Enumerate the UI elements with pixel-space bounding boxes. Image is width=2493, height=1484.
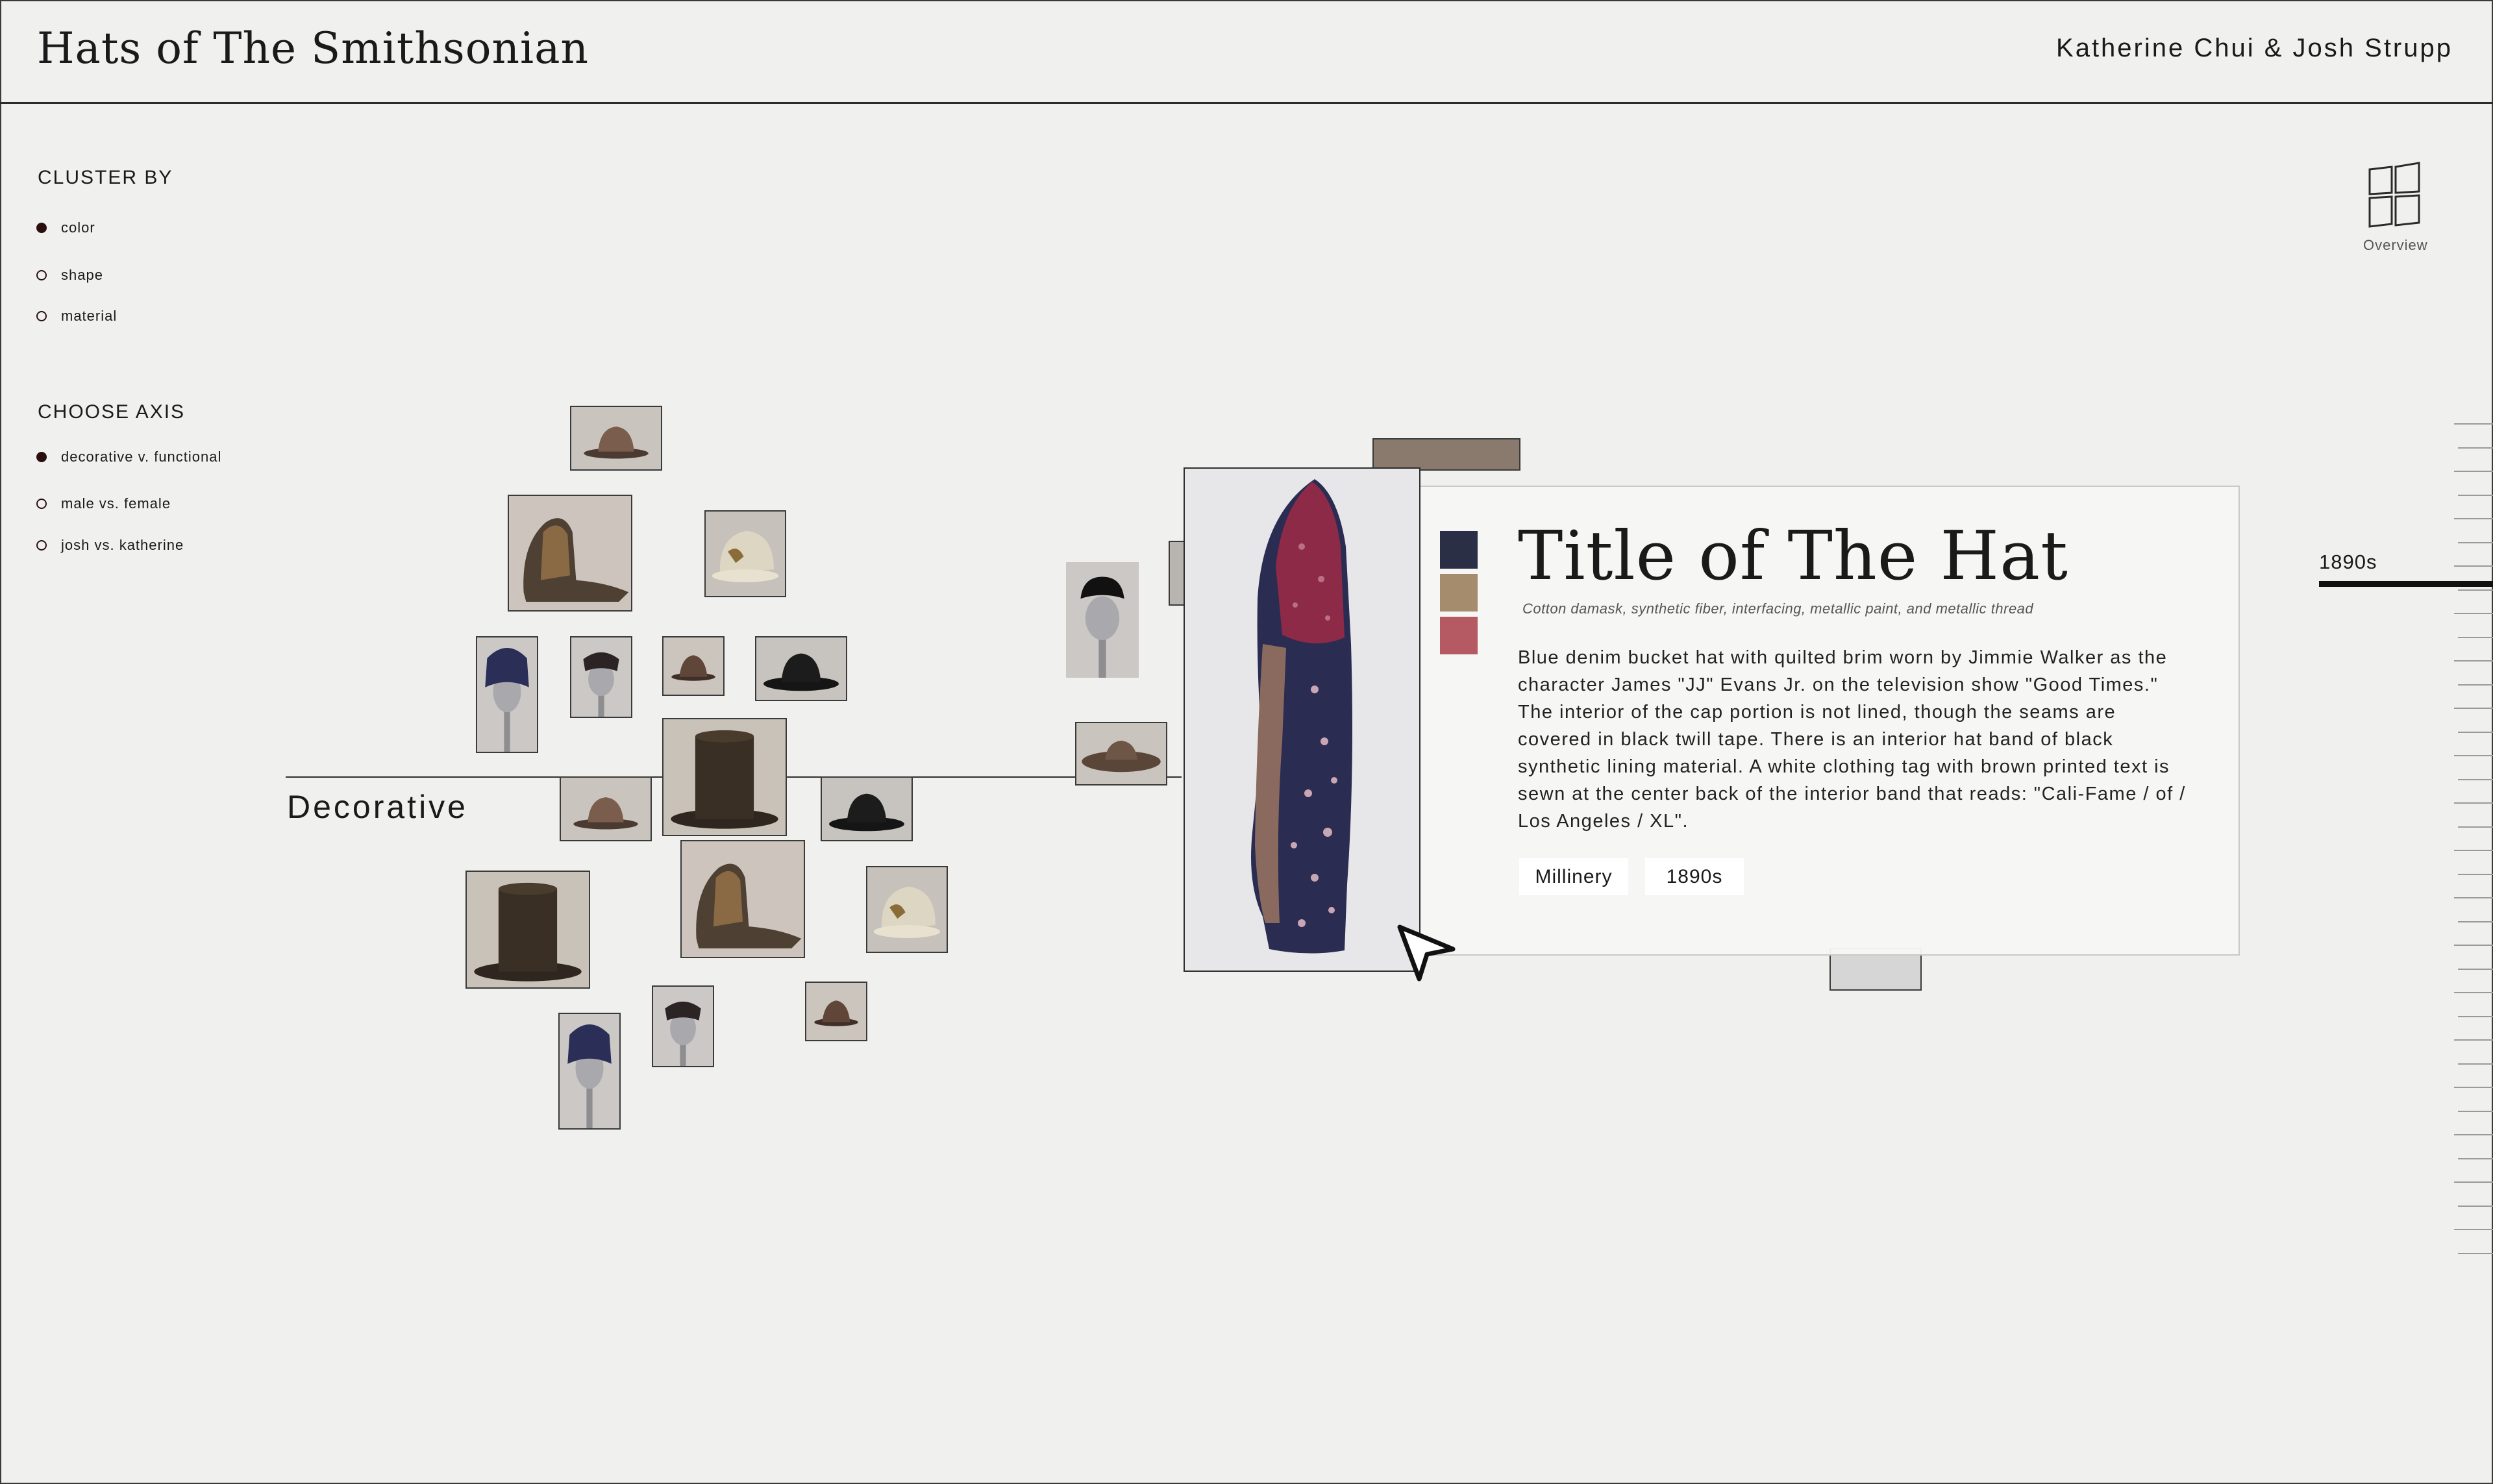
overview-button[interactable]: Overview — [2363, 160, 2428, 254]
cluster-option-label: shape — [61, 267, 103, 283]
choose-axis-heading: CHOOSE AXIS — [38, 401, 186, 423]
hat-thumbnail[interactable] — [662, 718, 787, 836]
tag-decade[interactable]: 1890s — [1645, 858, 1744, 895]
hat-thumbnail[interactable] — [558, 1013, 621, 1130]
hat-title: Title of The Hat — [1518, 516, 2068, 595]
site-header: Hats of The Smithsonian Katherine Chui &… — [0, 0, 2493, 104]
radio-icon[interactable] — [36, 311, 47, 321]
timeline-tick — [2454, 708, 2493, 709]
timeline-tick — [2454, 945, 2493, 946]
timeline-tick — [2454, 897, 2493, 898]
timeline-tick — [2454, 1134, 2493, 1135]
timeline-marker[interactable] — [2319, 581, 2493, 587]
axis-option-decorative[interactable]: decorative v. functional — [36, 449, 221, 465]
timeline-tick — [2458, 637, 2493, 638]
featured-hat-illustration — [1185, 469, 1419, 971]
timeline-tick — [2454, 613, 2493, 614]
axis-option-label: josh vs. katherine — [61, 537, 184, 553]
timeline-tick — [2458, 589, 2493, 591]
timeline-tick — [2454, 1039, 2493, 1041]
timeline-tick — [2454, 802, 2493, 804]
color-swatch-rose — [1440, 617, 1478, 654]
authors: Katherine Chui & Josh Strupp — [2056, 34, 2453, 62]
timeline-tick — [2454, 850, 2493, 851]
timeline-tick — [2458, 1253, 2493, 1254]
timeline-tick — [2458, 447, 2493, 449]
axis-option-gender[interactable]: male vs. female — [36, 495, 171, 512]
hat-thumbnail[interactable] — [508, 495, 632, 612]
hat-thumbnail[interactable] — [570, 406, 662, 471]
timeline-tick — [2458, 1063, 2493, 1065]
timeline-tick — [2458, 495, 2493, 496]
hat-materials: Cotton damask, synthetic fiber, interfac… — [1522, 600, 2034, 617]
radio-icon[interactable] — [36, 540, 47, 550]
cluster-option-label: material — [61, 308, 118, 324]
hat-thumbnail[interactable] — [821, 776, 913, 841]
axis-option-authors[interactable]: josh vs. katherine — [36, 537, 184, 554]
timeline-tick — [2458, 1158, 2493, 1159]
cluster-option-color[interactable]: color — [36, 219, 95, 236]
radio-selected-icon[interactable] — [36, 452, 47, 462]
timeline-tick — [2454, 423, 2493, 425]
timeline-tick — [2458, 1016, 2493, 1017]
hat-thumbnail[interactable] — [1075, 722, 1167, 785]
timeline-tick — [2454, 471, 2493, 472]
tag-category[interactable]: Millinery — [1519, 858, 1628, 895]
timeline-tick — [2458, 969, 2493, 970]
cluster-option-material[interactable]: material — [36, 308, 117, 325]
color-swatch-tan — [1440, 574, 1478, 612]
color-swatch-navy — [1440, 531, 1478, 569]
timeline-tick — [2458, 874, 2493, 875]
hat-thumbnail[interactable] — [476, 636, 538, 753]
site-title: Hats of The Smithsonian — [37, 23, 589, 73]
cluster-by-heading: CLUSTER BY — [38, 167, 173, 188]
hat-thumbnail[interactable] — [866, 866, 948, 953]
timeline-tick — [2458, 1111, 2493, 1112]
timeline-tick — [2454, 660, 2493, 662]
timeline-tick — [2458, 684, 2493, 686]
timeline-year-label: 1890s — [2319, 550, 2377, 573]
timeline-tick — [2454, 518, 2493, 519]
hat-thumbnail[interactable] — [560, 776, 652, 841]
timeline-tick — [2454, 1181, 2493, 1183]
timeline-tick — [2458, 826, 2493, 828]
timeline-tick — [2458, 921, 2493, 922]
timeline-tick — [2454, 565, 2493, 567]
hat-description: Blue denim bucket hat with quilted brim … — [1518, 647, 2186, 832]
hidden-hat-thumbnail[interactable] — [1372, 438, 1520, 471]
timeline-tick — [2458, 779, 2493, 780]
hat-thumbnail[interactable] — [805, 982, 867, 1041]
timeline-tick — [2458, 732, 2493, 733]
timeline-tick — [2454, 992, 2493, 993]
hat-thumbnail[interactable] — [652, 985, 714, 1067]
axis-option-label: male vs. female — [61, 495, 171, 512]
hat-thumbnail[interactable] — [680, 840, 805, 958]
radio-icon[interactable] — [36, 270, 47, 280]
hat-thumbnail[interactable] — [570, 636, 632, 718]
radio-icon[interactable] — [36, 499, 47, 509]
timeline-tick — [2454, 1087, 2493, 1088]
hat-thumbnail[interactable] — [662, 636, 725, 696]
featured-hat-image[interactable] — [1184, 467, 1420, 972]
axis-label: Decorative — [287, 789, 468, 825]
hat-thumbnail[interactable] — [465, 871, 590, 989]
hat-thumbnail[interactable] — [755, 636, 847, 701]
hat-thumbnail[interactable] — [1066, 562, 1139, 678]
cluster-option-shape[interactable]: shape — [36, 267, 103, 284]
timeline-tick — [2454, 1229, 2493, 1230]
hat-thumbnail[interactable] — [704, 510, 786, 597]
timeline-tick — [2454, 755, 2493, 756]
overview-label: Overview — [2363, 237, 2428, 253]
axis-option-label: decorative v. functional — [61, 449, 222, 465]
grid-icon — [2368, 162, 2420, 228]
radio-selected-icon[interactable] — [36, 223, 47, 233]
timeline-tick — [2458, 542, 2493, 543]
cluster-option-label: color — [61, 219, 95, 236]
timeline-tick — [2458, 1206, 2493, 1207]
cursor-icon — [1397, 924, 1456, 982]
